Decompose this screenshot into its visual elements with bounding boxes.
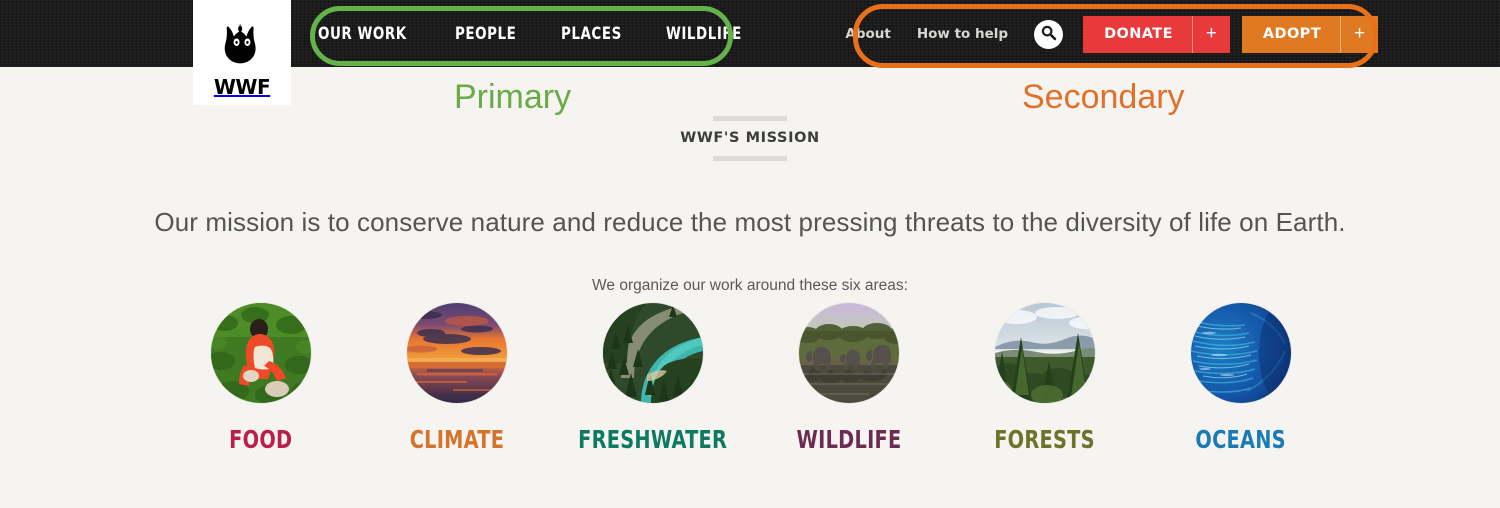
areas-subtitle: We organize our work around these six ar…	[592, 277, 908, 294]
donate-expand-icon[interactable]: +	[1191, 15, 1230, 53]
focus-area-food[interactable]: FOOD	[206, 303, 316, 454]
focus-area-oceans[interactable]: OCEANS	[1186, 303, 1296, 454]
focus-area-forests[interactable]: FORESTS	[990, 303, 1100, 454]
focus-area-food-label: FOOD	[229, 425, 293, 454]
focus-area-wildlife[interactable]: WILDLIFE	[794, 303, 904, 454]
search-icon	[1040, 24, 1057, 44]
mission-statement: Our mission is to conserve nature and re…	[154, 207, 1346, 237]
focus-areas-list: FOOD CLIMATE FRESHWATER WILDLIFE FORESTS…	[206, 303, 1296, 454]
food-photo	[211, 303, 311, 403]
focus-area-freshwater-label: FRESHWATER	[578, 425, 728, 454]
oceans-photo	[1191, 303, 1291, 403]
divider-bottom	[713, 156, 787, 161]
focus-area-oceans-label: OCEANS	[1195, 425, 1287, 454]
nav-item-about[interactable]: About	[845, 26, 890, 42]
adopt-expand-icon[interactable]: +	[1340, 15, 1378, 53]
secondary-navigation: About How to help DONATE + ADOPT +	[845, 15, 1378, 53]
divider-top	[713, 116, 787, 121]
adopt-button-label: ADOPT	[1262, 26, 1321, 42]
focus-area-forests-label: FORESTS	[994, 425, 1096, 454]
primary-navigation: OUR WORK PEOPLE PLACES WILDLIFE	[318, 17, 752, 51]
donate-button[interactable]: DONATE +	[1083, 15, 1230, 53]
focus-area-climate-label: CLIMATE	[409, 425, 505, 454]
nav-item-how-to-help[interactable]: How to help	[917, 26, 1008, 42]
mission-kicker: WWF'S MISSION	[680, 130, 820, 146]
focus-area-climate[interactable]: CLIMATE	[402, 303, 512, 454]
wwf-logo-home-link[interactable]: WWF	[193, 0, 291, 105]
annotation-label-secondary: Secondary	[1022, 78, 1185, 116]
climate-photo	[407, 303, 507, 403]
freshwater-photo	[603, 303, 703, 403]
forests-photo	[995, 303, 1095, 403]
wildlife-photo	[799, 303, 899, 403]
focus-area-wildlife-label: WILDLIFE	[796, 425, 902, 454]
panda-logo-icon	[211, 12, 273, 74]
nav-item-people[interactable]: PEOPLE	[455, 24, 516, 44]
nav-item-wildlife[interactable]: WILDLIFE	[666, 24, 742, 44]
search-button[interactable]	[1034, 19, 1064, 49]
mission-heading-group: WWF'S MISSION	[0, 116, 1500, 161]
nav-item-places[interactable]: PLACES	[561, 24, 622, 44]
nav-item-our-work[interactable]: OUR WORK	[318, 24, 407, 44]
adopt-button[interactable]: ADOPT +	[1241, 15, 1378, 53]
wwf-logo-wordmark: WWF	[213, 75, 271, 99]
annotation-label-primary: Primary	[454, 78, 572, 116]
focus-area-freshwater[interactable]: FRESHWATER	[578, 303, 727, 454]
donate-button-label: DONATE	[1104, 26, 1173, 42]
